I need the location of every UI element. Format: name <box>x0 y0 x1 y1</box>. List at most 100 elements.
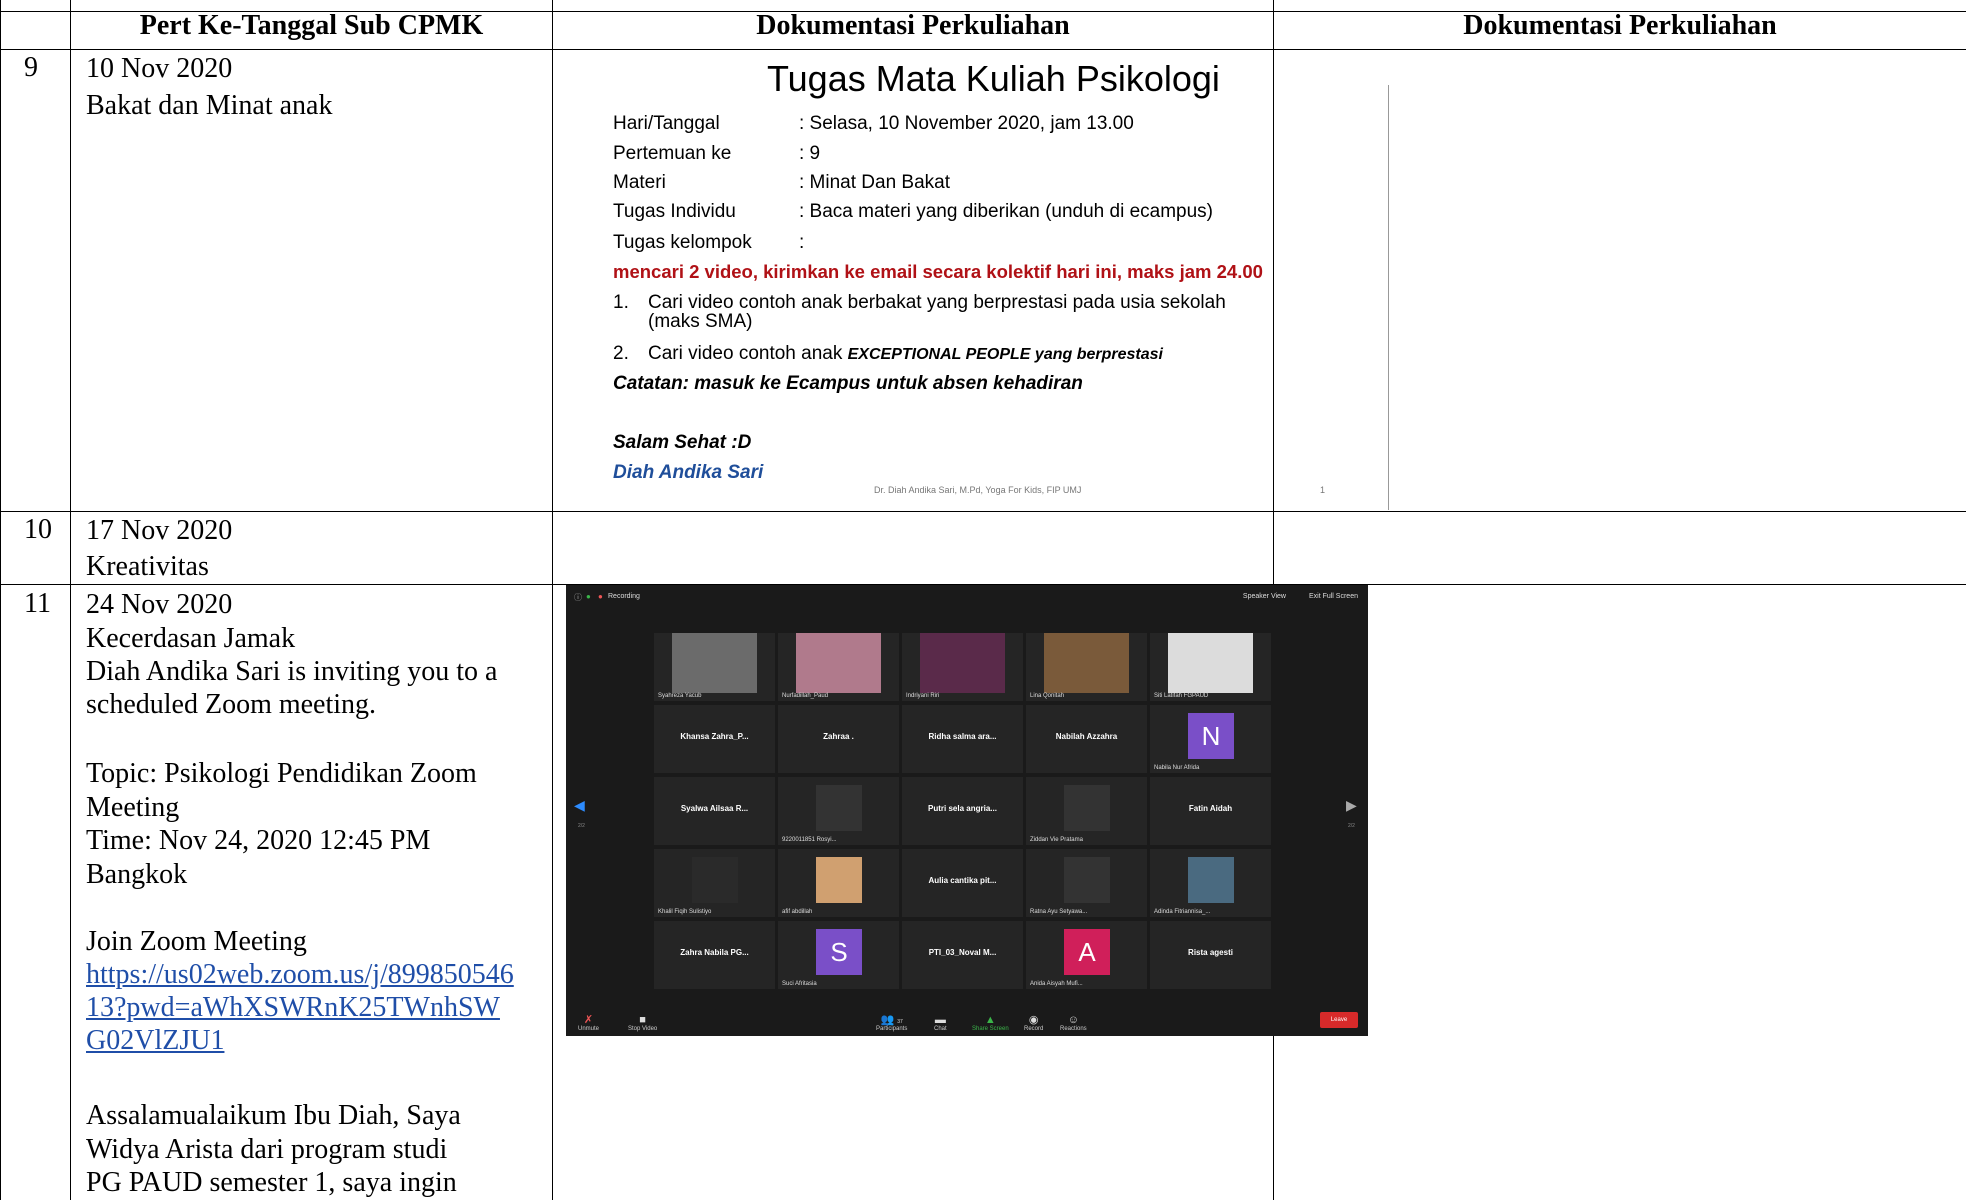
participant-tile[interactable]: Aulia cantika pit... <box>902 849 1023 917</box>
stop-video-button[interactable]: ■ Stop Video <box>628 1014 657 1032</box>
header-dokumentasi-2: Dokumentasi Perkuliahan <box>1463 10 1777 41</box>
participant-avatar-letter: A <box>1064 929 1110 975</box>
table-col-divider-1 <box>70 0 71 1200</box>
page-indicator-left: 2/2 <box>578 823 585 829</box>
participant-avatar-letter: N <box>1188 713 1234 759</box>
participant-name: Ridha salma ara... <box>928 732 997 741</box>
slide-item-2-prefix: Cari video contoh anak <box>648 343 848 364</box>
share-screen-icon: ▲ <box>984 1014 996 1026</box>
share-screen-button[interactable]: ▲ Share Screen <box>972 1014 1009 1032</box>
next-page-arrow-icon[interactable]: ▶ <box>1346 797 1357 814</box>
participant-tile[interactable]: A Anida Aisyah Mufi... <box>1026 921 1147 989</box>
zoom-meeting-link-cont-2[interactable]: G02VlZJU1 <box>86 1024 224 1057</box>
participant-name: Fatin Aidah <box>1188 804 1233 813</box>
header-bottom-line <box>0 49 1966 50</box>
participant-avatar-letter: S <box>816 929 862 975</box>
zoom-meeting-link[interactable]: https://us02web.zoom.us/j/899850546 <box>86 958 514 991</box>
participant-name: Zahraa . <box>823 732 854 741</box>
participant-tile[interactable]: Rista agesti <box>1150 921 1271 989</box>
participant-tile[interactable]: Nabilah Azzahra <box>1026 705 1147 773</box>
participant-tile[interactable]: Syalwa Ailsaa R... <box>654 777 775 845</box>
slide-item-1-number: 1. <box>613 292 629 313</box>
slide-value-hari: : Selasa, 10 November 2020, jam 13.00 <box>799 113 1134 134</box>
participant-video <box>796 633 881 693</box>
slide-label-pertemuan: Pertemuan ke <box>613 143 732 164</box>
participant-tile[interactable]: N Nabila Nur Afrida <box>1150 705 1271 773</box>
row-10-number: 10 <box>24 514 52 545</box>
reactions-button[interactable]: ☺ Reactions <box>1060 1014 1087 1032</box>
participant-name: Zahra Nabila PG... <box>680 948 749 957</box>
participant-tile[interactable]: PTI_03_Noval M... <box>902 921 1023 989</box>
chat-label: Chat <box>934 1026 947 1032</box>
exit-full-screen-button[interactable]: Exit Full Screen <box>1309 593 1358 600</box>
participant-tile[interactable]: Siti Latifah FGPAUD <box>1150 633 1271 701</box>
participant-label: 9220011851 Rosyi... <box>782 837 837 843</box>
slide-edge-line <box>1388 85 1389 510</box>
video-camera-icon: ■ <box>639 1014 646 1026</box>
row-11-msg-line-1: Assalamualaikum Ibu Diah, Saya <box>86 1100 461 1131</box>
participant-name: Syalwa Ailsaa R... <box>680 804 749 813</box>
participant-tile[interactable]: Indriyani Riri <box>902 633 1023 701</box>
chat-button[interactable]: ▬ Chat <box>934 1014 947 1032</box>
participant-name: Aulia cantika pit... <box>928 876 997 885</box>
slide-item-2-number: 2. <box>613 343 629 364</box>
page-indicator-right: 2/2 <box>1348 823 1355 829</box>
participant-tile[interactable]: Putri sela angria... <box>902 777 1023 845</box>
prev-page-arrow-icon[interactable]: ◀ <box>574 797 585 814</box>
participant-label: Anida Aisyah Mufi... <box>1030 981 1083 987</box>
participant-tile[interactable]: Khalil Fiqih Sulistiyo <box>654 849 775 917</box>
table-col-divider-2 <box>552 0 553 1200</box>
reactions-icon: ☺ <box>1067 1014 1079 1026</box>
participant-tile[interactable]: S Suci Afritasia <box>778 921 899 989</box>
participant-label: Lina Qonitah <box>1030 693 1065 699</box>
zoom-meeting-screenshot: ⓘ ● ● Recording Speaker View Exit Full S… <box>566 585 1368 1036</box>
participants-count: 37 <box>897 1019 903 1025</box>
record-button[interactable]: ◉ Record <box>1024 1013 1043 1032</box>
participant-tile[interactable]: Khansa Zahra_P... <box>654 705 775 773</box>
zoom-meeting-link-cont-1[interactable]: 13?pwd=aWhXSWRnK25TWnhSW <box>86 991 500 1024</box>
recording-icon: ● <box>598 592 603 601</box>
slide-value-materi: : Minat Dan Bakat <box>799 172 951 193</box>
row-9-bottom-line <box>0 511 1966 512</box>
participants-button[interactable]: 👥 37 Participants <box>876 1013 907 1032</box>
speaker-view-button[interactable]: Speaker View <box>1243 593 1286 600</box>
participant-tile[interactable]: Ziddan Vie Pratama <box>1026 777 1147 845</box>
row-11-time-line-1: Time: Nov 24, 2020 12:45 PM <box>86 825 431 856</box>
row-11-date: 24 Nov 2020 <box>86 589 233 620</box>
participant-video <box>920 633 1005 693</box>
slide-value-tugas-individu: : Baca materi yang diberikan (unduh di e… <box>799 201 1214 222</box>
participant-tile[interactable]: Lina Qonitah <box>1026 633 1147 701</box>
participants-label: Participants <box>876 1026 908 1032</box>
shield-icon: ● <box>586 592 591 601</box>
participant-name: Rista agesti <box>1188 948 1233 957</box>
zoom-link-line-3[interactable]: G02VlZJU1 <box>86 1025 224 1056</box>
row-11-msg-line-2: Widya Arista dari program studi <box>86 1134 448 1165</box>
slide-page-number: 1 <box>1320 485 1326 495</box>
participant-tile[interactable]: Ratna Ayu Setyawa... <box>1026 849 1147 917</box>
slide-label-tugas-individu: Tugas Individu <box>613 201 736 222</box>
unmute-button[interactable]: ✗ Unmute <box>578 1013 599 1032</box>
zoom-link-line-1[interactable]: https://us02web.zoom.us/j/899850546 <box>86 959 514 990</box>
participant-tile[interactable]: Nurfadillah_Paud <box>778 633 899 701</box>
zoom-toolbar: ✗ Unmute ■ Stop Video 👥 37 Participants ▬ Ch… <box>566 1002 1368 1036</box>
slide-signature: Diah Andika Sari <box>613 462 764 483</box>
participant-label: Ratna Ayu Setyawa... <box>1030 909 1088 915</box>
participant-tile[interactable]: Zahraa . <box>778 705 899 773</box>
participant-tile[interactable]: 9220011851 Rosyi... <box>778 777 899 845</box>
participant-tile[interactable]: Syahreza Yacub <box>654 633 775 701</box>
zoom-link-line-2[interactable]: 13?pwd=aWhXSWRnK25TWnhSW <box>86 992 500 1023</box>
header-dokumentasi-1: Dokumentasi Perkuliahan <box>756 10 1070 41</box>
slide-footer: Dr. Diah Andika Sari, M.Pd, Yoga For Kid… <box>874 485 1082 495</box>
participant-tile[interactable]: Ridha salma ara... <box>902 705 1023 773</box>
participant-tile[interactable]: Zahra Nabila PG... <box>654 921 775 989</box>
reactions-label: Reactions <box>1060 1026 1087 1032</box>
participant-tile[interactable]: afif abdillah <box>778 849 899 917</box>
participant-name: Nabilah Azzahra <box>1055 732 1118 741</box>
record-label: Record <box>1024 1026 1044 1032</box>
participant-name: Putri sela angria... <box>928 804 997 813</box>
participant-tile[interactable]: Adinda Fitriannisa_... <box>1150 849 1271 917</box>
participant-tile[interactable]: Fatin Aidah <box>1150 777 1271 845</box>
microphone-muted-icon: ✗ <box>583 1014 594 1026</box>
leave-button[interactable]: Leave <box>1320 1012 1358 1028</box>
participant-label: Indriyani Riri <box>906 693 940 699</box>
